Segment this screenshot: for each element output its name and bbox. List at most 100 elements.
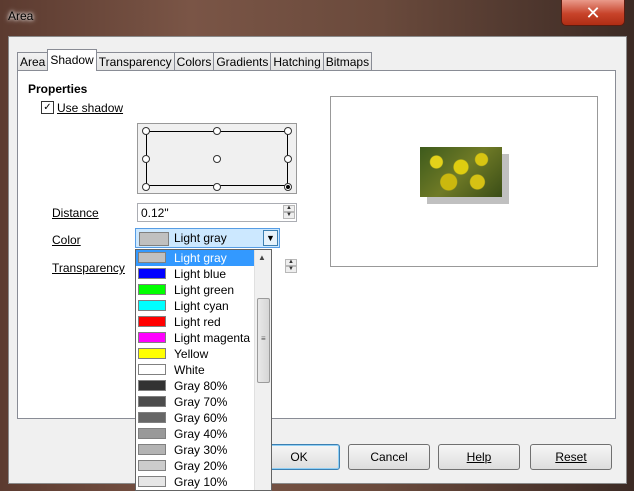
help-button[interactable]: Help <box>438 444 520 470</box>
color-swatch <box>138 316 166 327</box>
distance-value: 0.12" <box>141 206 169 220</box>
position-bottom-right[interactable] <box>284 183 292 191</box>
color-option-label: Light green <box>174 283 235 297</box>
properties-heading: Properties <box>28 82 88 96</box>
color-option-label: Light blue <box>174 267 227 281</box>
scrollbar[interactable]: ▲ ≡ <box>254 250 271 490</box>
position-middle-right[interactable] <box>284 155 292 163</box>
title-bar[interactable]: Area ✕ <box>0 0 634 36</box>
color-option[interactable]: Light red <box>136 314 255 330</box>
color-swatch <box>138 284 166 295</box>
color-swatch <box>138 460 166 471</box>
tab-hatching[interactable]: Hatching <box>270 52 324 71</box>
color-option[interactable]: Gray 60% <box>136 410 255 426</box>
color-swatch <box>138 476 166 487</box>
color-swatch <box>138 300 166 311</box>
color-option[interactable]: White <box>136 362 255 378</box>
distance-spinbox[interactable]: 0.12" ▲ ▼ <box>137 203 297 222</box>
color-swatch <box>139 232 169 246</box>
color-option-label: Light cyan <box>174 299 229 313</box>
position-bottom-center[interactable] <box>213 183 221 191</box>
spin-up-icon[interactable]: ▲ <box>283 205 295 212</box>
dialog-body: Area Shadow Transparency Colors Gradients Hat… <box>8 36 627 484</box>
tab-colors[interactable]: Colors <box>173 52 215 71</box>
position-top-center[interactable] <box>213 127 221 135</box>
reset-button[interactable]: Reset <box>530 444 612 470</box>
color-dropdown-list: Light gray Light blue Light green Light cya… <box>135 249 272 491</box>
color-option[interactable]: Yellow <box>136 346 255 362</box>
position-top-right[interactable] <box>284 127 292 135</box>
tab-gradients[interactable]: Gradients <box>213 52 272 71</box>
color-option-label: Gray 30% <box>174 443 228 457</box>
color-option-label: White <box>174 363 205 377</box>
distance-label: Distance <box>52 206 99 220</box>
position-middle-left[interactable] <box>142 155 150 163</box>
color-option-label: Light gray <box>174 251 227 265</box>
transparency-spinbox[interactable]: ▲ ▼ <box>280 258 297 277</box>
use-shadow-checkbox[interactable]: ✓ <box>41 101 54 114</box>
use-shadow-text: Use shadow <box>57 101 124 115</box>
color-option-label: Gray 60% <box>174 411 228 425</box>
color-swatch <box>138 380 166 391</box>
shadow-position-selector <box>137 123 297 194</box>
color-option-label: Yellow <box>174 347 209 361</box>
chevron-down-icon[interactable]: ▼ <box>263 230 278 246</box>
spin-down-icon[interactable]: ▼ <box>283 212 295 219</box>
scrollbar-thumb[interactable]: ≡ <box>257 298 270 383</box>
shadow-tab-panel: Properties ✓ Use shadow Distance 0.12" ▲… <box>17 70 616 419</box>
spin-down-icon[interactable]: ▼ <box>285 266 297 273</box>
color-option[interactable]: Gray 40% <box>136 426 255 442</box>
tab-transparency[interactable]: Transparency <box>95 52 175 71</box>
color-swatch <box>138 268 166 279</box>
color-combobox[interactable]: Light gray ▼ <box>135 228 280 248</box>
area-dialog: Area ✕ Area Shadow Transparency Colors Gradi… <box>0 0 634 491</box>
color-swatch <box>138 252 166 263</box>
close-button[interactable]: ✕ <box>561 0 625 26</box>
color-option-label: Gray 70% <box>174 395 228 409</box>
close-icon: ✕ <box>585 2 601 23</box>
color-swatch <box>138 428 166 439</box>
color-option[interactable]: Gray 20% <box>136 458 255 474</box>
shadow-preview <box>330 96 598 267</box>
color-option-label: Gray 80% <box>174 379 228 393</box>
cancel-button[interactable]: Cancel <box>348 444 430 470</box>
transparency-label: Transparency <box>52 261 125 275</box>
spin-up-icon[interactable]: ▲ <box>285 259 297 266</box>
color-option[interactable]: Light blue <box>136 266 255 282</box>
color-option-label: Light magenta <box>174 331 251 345</box>
color-text: Color <box>52 233 81 247</box>
color-label: Color <box>52 233 81 247</box>
reset-text: Reset <box>555 450 587 464</box>
position-bottom-left[interactable] <box>142 183 150 191</box>
position-top-left[interactable] <box>142 127 150 135</box>
color-option[interactable]: Gray 30% <box>136 442 255 458</box>
color-combobox-value: Light gray <box>174 231 227 245</box>
color-swatch <box>138 364 166 375</box>
tab-bar: Area Shadow Transparency Colors Gradients Hat… <box>17 49 373 71</box>
help-text: Help <box>466 450 492 464</box>
color-option-label: Gray 10% <box>174 475 228 489</box>
scroll-up-icon[interactable]: ▲ <box>258 253 266 262</box>
tab-area[interactable]: Area <box>17 52 49 71</box>
transparency-text: Transparency <box>52 261 125 275</box>
color-option[interactable]: Light magenta <box>136 330 255 346</box>
position-center[interactable] <box>213 155 221 163</box>
color-option-label: Light red <box>174 315 221 329</box>
color-option[interactable]: Light green <box>136 282 255 298</box>
color-option[interactable]: Light gray <box>136 250 255 266</box>
preview-image <box>420 147 502 197</box>
color-swatch <box>138 348 166 359</box>
color-option[interactable]: Gray 70% <box>136 394 255 410</box>
color-option[interactable]: Gray 10% <box>136 474 255 490</box>
color-swatch <box>138 332 166 343</box>
distance-text: Distance <box>52 206 99 220</box>
color-option[interactable]: Light cyan <box>136 298 255 314</box>
grip-icon: ≡ <box>261 334 266 343</box>
color-option-label: Gray 20% <box>174 459 228 473</box>
tab-bitmaps[interactable]: Bitmaps <box>322 52 373 71</box>
color-option[interactable]: Gray 80% <box>136 378 255 394</box>
use-shadow-label: Use shadow <box>57 101 123 115</box>
tab-shadow[interactable]: Shadow <box>47 49 97 71</box>
color-swatch <box>138 444 166 455</box>
color-swatch <box>138 396 166 407</box>
